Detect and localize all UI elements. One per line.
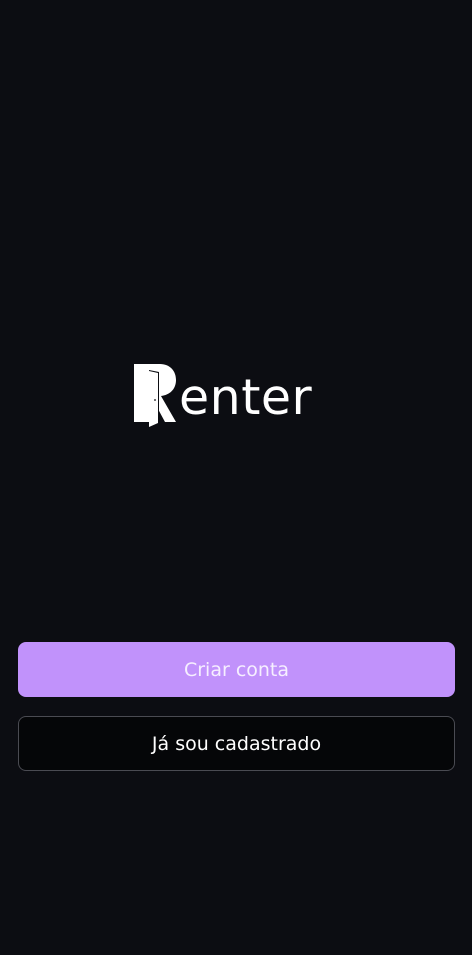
logo-wordmark: enter	[179, 369, 313, 426]
already-registered-button[interactable]: Já sou cadastrado	[18, 716, 455, 771]
create-account-button[interactable]: Criar conta	[18, 642, 455, 697]
renter-logo: enter	[132, 356, 342, 430]
door-r-icon	[132, 362, 178, 430]
welcome-screen: enter Criar conta Já sou cadastrado	[0, 0, 472, 955]
